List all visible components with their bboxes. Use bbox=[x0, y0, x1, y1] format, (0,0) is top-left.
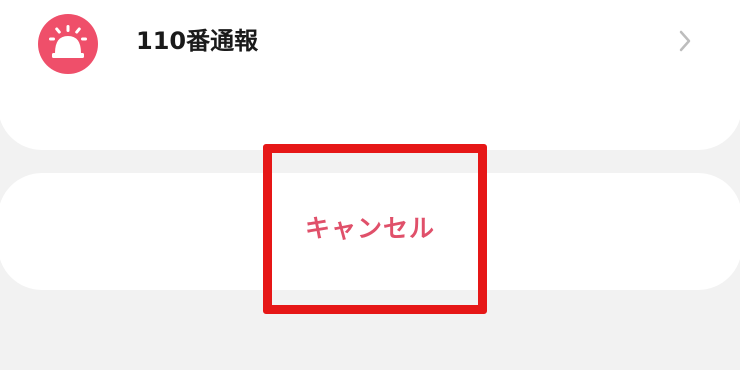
cancel-button-label: キャンセル bbox=[304, 214, 435, 243]
action-sheet-menu-card: 110番通報 bbox=[0, 0, 740, 150]
menu-item-110-call[interactable]: 110番通報 bbox=[0, 0, 738, 82]
chevron-right-icon bbox=[678, 29, 692, 57]
menu-item-label: 110番通報 bbox=[136, 27, 259, 55]
siren-icon bbox=[38, 14, 98, 74]
cancel-button[interactable]: キャンセル bbox=[0, 173, 740, 290]
